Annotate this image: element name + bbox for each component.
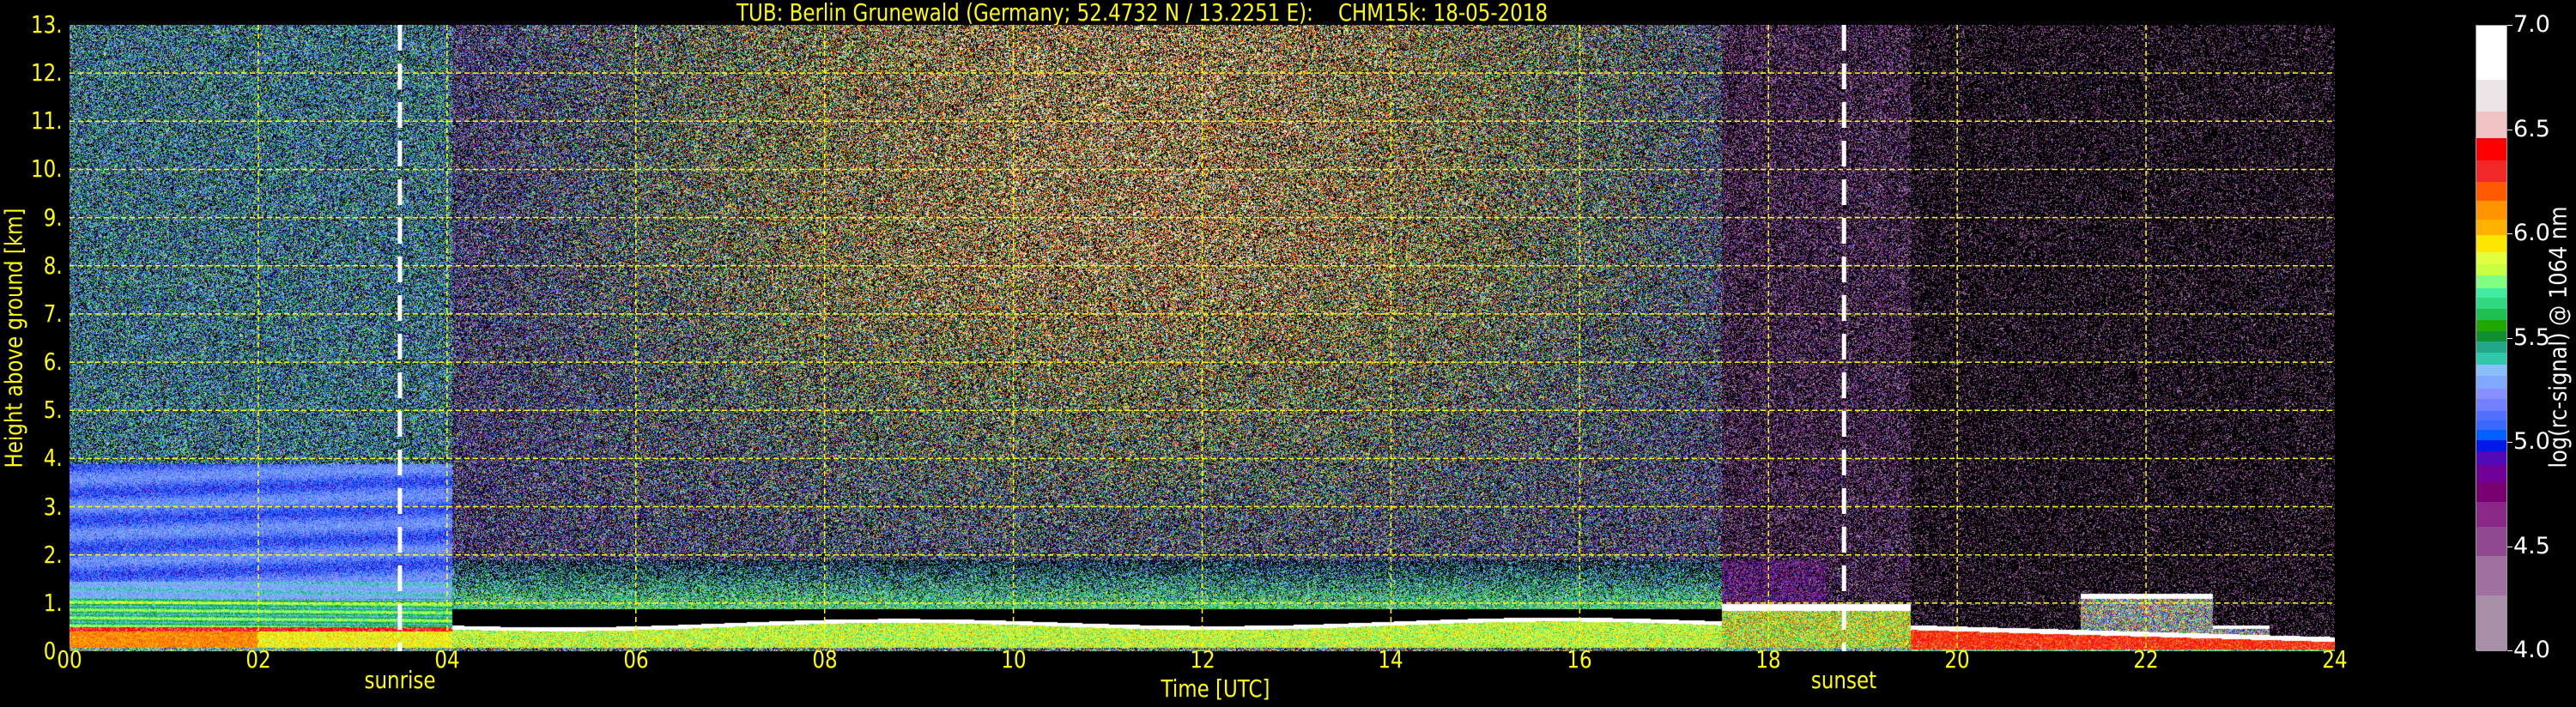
y-tick-label: 13. [31, 10, 63, 39]
x-tick-label: 20 [1944, 645, 1970, 674]
colorbar-segment [2476, 352, 2506, 366]
colorbar-segment [2476, 319, 2506, 332]
x-tick-label: 00 [57, 645, 82, 674]
colorbar-segment [2476, 465, 2506, 483]
y-tick-label: 8. [44, 251, 63, 280]
colorbar-segment [2476, 555, 2506, 596]
colorbar-tick-label: 4.0 [2513, 637, 2550, 663]
x-tick-label: 24 [2322, 645, 2348, 674]
y-tick-label: 5. [44, 396, 63, 425]
colorbar-segment [2476, 450, 2506, 466]
y-tick-label: 4. [44, 444, 63, 473]
x-tick-label: 02 [245, 645, 271, 674]
y-tick-label: 2. [44, 540, 63, 569]
plot-overlay [70, 25, 2335, 651]
colorbar-tick-label: 7.0 [2513, 11, 2550, 38]
y-tick-label: 3. [44, 492, 63, 521]
y-axis-label: Height above ground [km] [0, 208, 28, 468]
colorbar-label: log(rc-signal) @ 1064 nm [2543, 206, 2573, 468]
plot-area [70, 25, 2335, 651]
y-tick-label: 9. [44, 202, 63, 232]
x-axis-label: Time [UTC] [1161, 674, 1270, 703]
colorbar-segment [2476, 330, 2506, 342]
x-tick-label: 14 [1378, 645, 1404, 674]
x-tick-label: 06 [623, 645, 649, 674]
colorbar-segment [2476, 388, 2506, 399]
sunrise-label: sunrise [364, 666, 436, 694]
y-tick-label: 11. [31, 106, 63, 136]
colorbar-segment [2476, 297, 2506, 310]
colorbar-segment [2476, 263, 2506, 276]
colorbar-tick-mark [2507, 337, 2512, 339]
colorbar-segment [2476, 439, 2506, 451]
x-tick-label: 10 [1000, 645, 1027, 674]
colorbar-segment [2476, 398, 2506, 411]
x-tick-label: 08 [812, 645, 838, 674]
colorbar-segment [2476, 341, 2506, 354]
colorbar-segment [2476, 181, 2506, 202]
colorbar-segment [2476, 410, 2506, 421]
x-tick-label: 16 [1567, 645, 1592, 674]
colorbar-segment [2476, 501, 2506, 527]
colorbar-segment [2476, 137, 2506, 160]
y-tick-label: 7. [44, 299, 63, 328]
colorbar-tick-mark [2507, 233, 2512, 234]
colorbar-segment [2476, 375, 2506, 390]
colorbar-segment [2476, 251, 2506, 265]
colorbar-segment [2476, 200, 2506, 221]
colorbar-segment [2476, 526, 2506, 557]
colorbar-segment [2476, 275, 2506, 289]
colorbar-segment [2476, 26, 2506, 81]
x-tick-label: 04 [434, 645, 460, 674]
colorbar-segment [2476, 160, 2506, 182]
colorbar-tick-label: 4.5 [2513, 532, 2550, 559]
y-tick-label: 1. [44, 588, 63, 617]
colorbar-segment [2476, 364, 2506, 377]
colorbar-segment [2476, 287, 2506, 299]
colorbar-segment [2476, 429, 2506, 441]
colorbar-segment [2476, 481, 2506, 503]
colorbar-segment [2476, 420, 2506, 430]
colorbar-segment [2476, 219, 2506, 236]
colorbar-tick-label: 6.5 [2513, 115, 2550, 142]
colorbar-segment [2476, 308, 2506, 321]
y-tick-label: 12. [31, 58, 63, 88]
colorbar-tick-mark [2507, 650, 2512, 651]
colorbar-segment [2476, 111, 2506, 138]
colorbar [2476, 25, 2507, 652]
x-tick-label: 18 [1755, 645, 1781, 674]
y-tick-label: 10. [31, 154, 63, 184]
sunset-label: sunset [1811, 666, 1877, 694]
x-tick-label: 12 [1189, 645, 1215, 674]
colorbar-segment [2476, 79, 2506, 112]
colorbar-tick-mark [2507, 25, 2512, 26]
colorbar-segment [2476, 234, 2506, 252]
x-tick-label: 22 [2133, 645, 2159, 674]
colorbar-tick-mark [2507, 442, 2512, 443]
colorbar-segment [2476, 595, 2506, 652]
y-tick-label: 6. [44, 347, 63, 377]
chart-title: TUB: Berlin Grunewald (Germany; 52.4732 … [736, 0, 1549, 27]
